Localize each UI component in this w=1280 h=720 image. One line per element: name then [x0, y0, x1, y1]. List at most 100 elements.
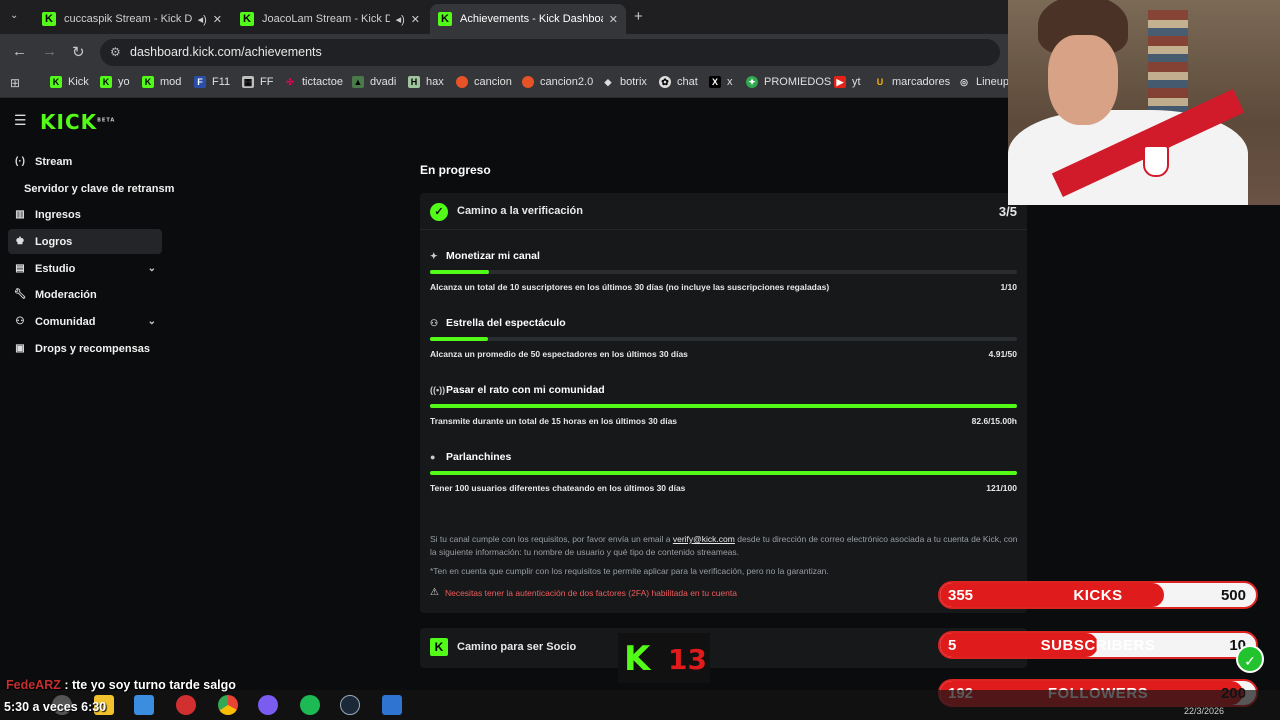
sidebar-item-estudio[interactable]: ▤ Estudio ⌄ — [8, 256, 162, 281]
back-arrow-icon[interactable]: ← — [12, 43, 27, 60]
sidebar-item-moderacion[interactable]: 🔧︎ Moderación — [8, 282, 162, 307]
url-text: dashboard.kick.com/achievements — [130, 45, 322, 59]
sidebar-item-label: Ingresos — [35, 208, 81, 221]
spotify-icon[interactable] — [300, 695, 320, 715]
sidebar-item-stream[interactable]: (·) Stream — [8, 149, 162, 174]
chevron-down-icon[interactable]: ⌄ — [148, 263, 156, 274]
close-icon[interactable]: ✕ — [411, 13, 420, 26]
apps-grid-icon[interactable]: ⊞ — [10, 76, 20, 90]
sidebar-item-label: Stream — [35, 155, 73, 168]
trophy-icon: ♚ — [15, 236, 25, 247]
overlay-logo-k: K — [624, 639, 651, 679]
chrome-icon[interactable] — [218, 695, 238, 715]
card-title: Camino a la verificación — [457, 205, 583, 217]
requirement-header: ● Parlanchines — [430, 451, 1017, 463]
bookmark-lineup[interactable]: ◎ Lineup — [958, 76, 1009, 88]
bookmark-cancion[interactable]: cancion — [456, 76, 512, 88]
dashboard-sidebar: ☰ KICKBETA (·) Stream Servidor y clave de… — [0, 98, 175, 678]
chevron-down-icon[interactable]: ⌄ — [148, 316, 156, 327]
person-face — [1048, 35, 1118, 125]
bookmark-label: x — [727, 76, 733, 88]
card-header[interactable]: ✓ Camino a la verificación 3/5 — [420, 193, 1027, 230]
kick-logo[interactable]: KICKBETA — [40, 110, 115, 134]
tab-cuccaspik[interactable]: K cuccaspik Stream - Kick Da ◂) ✕ — [34, 4, 230, 34]
bookmark-promiedos[interactable]: ✦ PROMIEDOS — [746, 76, 831, 88]
tab-search-icon[interactable]: ⌄ — [10, 10, 18, 21]
studio-icon: ▤ — [15, 263, 25, 274]
close-icon[interactable]: ✕ — [213, 13, 222, 26]
discord-icon[interactable] — [258, 695, 278, 715]
sidebar-item-comunidad[interactable]: ⚇ Comunidad ⌄ — [8, 309, 162, 334]
bookmark-yt[interactable]: ▶ yt — [834, 76, 861, 88]
wrench-icon: 🔧︎ — [13, 289, 27, 300]
kick-favicon-icon: K — [42, 12, 56, 26]
bookmark-x[interactable]: Xx — [709, 76, 733, 88]
bookmark-botrix[interactable]: ◆ botrix — [602, 76, 647, 88]
bookmark-f11[interactable]: F F11 — [194, 76, 230, 88]
verification-card: ✓ Camino a la verificación 3/5 ✦ Monetiza… — [420, 193, 1027, 613]
bookmark-cancion2[interactable]: cancion2.0 — [522, 76, 593, 88]
progress-fill — [430, 270, 489, 274]
new-tab-button[interactable]: + — [634, 8, 643, 25]
steam-icon[interactable] — [340, 695, 360, 715]
sidebar-item-stream-key[interactable]: Servidor y clave de retransm — [8, 176, 178, 201]
bookmark-label: hax — [426, 76, 444, 88]
bookmark-kick[interactable]: K Kick — [50, 76, 89, 88]
chatgpt-icon: ✿ — [659, 76, 671, 88]
tab-achievements[interactable]: K Achievements - Kick Dashboard ✕ — [430, 4, 626, 34]
requirement-header: ((•)) Pasar el rato con mi comunidad — [430, 384, 1017, 396]
bookmark-chat[interactable]: ✿ chat — [659, 76, 698, 88]
card-progress-count: 3/5 — [998, 204, 1017, 219]
warning-text: Necesitas tener la autenticación de dos … — [444, 587, 737, 598]
partner-card[interactable]: K Camino para ser Socio — [420, 628, 1027, 668]
bookmark-mod[interactable]: Kmod — [142, 76, 181, 88]
reload-icon[interactable]: ↻ — [72, 43, 85, 61]
url-field[interactable]: ⚙ dashboard.kick.com/achievements — [100, 39, 1000, 66]
sidebar-item-ingresos[interactable]: ▥ Ingresos — [8, 202, 162, 227]
chat-text: : tte yo soy turno tarde salgo — [60, 678, 236, 692]
kick-icon: K — [430, 638, 448, 656]
forward-arrow-icon[interactable]: → — [42, 43, 57, 60]
chat-bubble-icon: ● — [430, 452, 436, 462]
sidebar-item-drops[interactable]: ▣ Drops y recompensas — [8, 336, 162, 361]
chat-username: FedeARZ — [6, 678, 61, 692]
clock-overlay-text: 5:30 a veces 6:30 — [4, 700, 107, 714]
outlook-icon[interactable] — [134, 695, 154, 715]
goal-kicks: 355 KICKS 500 — [938, 581, 1258, 609]
goal-subscribers: 5 SUBSCRIBERS 10 — [938, 631, 1258, 659]
bookmark-ff[interactable]: ▦ FF — [242, 76, 273, 88]
bookmark-marcadores[interactable]: Umarcadores — [874, 76, 950, 88]
close-icon[interactable]: ✕ — [609, 13, 618, 26]
requirement-pasar-el-rato: ((•)) Pasar el rato con mi comunidad Tran… — [430, 384, 1017, 426]
requirement-header: ⚇ Estrella del espectáculo — [430, 317, 1017, 329]
broadcast-icon: (·) — [15, 156, 25, 167]
chat-overlay-message: FedeARZ : tte yo soy turno tarde salgo — [6, 678, 236, 692]
sidebar-item-logros[interactable]: ♚ Logros — [8, 229, 162, 254]
bookmark-yo[interactable]: Kyo — [100, 76, 130, 88]
bookmark-hax[interactable]: Hhax — [408, 76, 444, 88]
address-bar-row: ← → ↻ ⚙ dashboard.kick.com/achievements — [0, 34, 1008, 70]
bookmark-label: cancion2.0 — [540, 76, 594, 88]
verify-email-link[interactable]: verify@kick.com — [673, 534, 735, 544]
requirement-desc: Transmite durante un total de 15 horas e… — [430, 416, 678, 426]
marcadores-icon: U — [876, 77, 884, 87]
bookmark-tictactoe[interactable]: ✣ tictactoe — [284, 76, 343, 88]
kick-icon: K — [50, 76, 62, 88]
verified-badge-icon: ✓ — [1236, 645, 1264, 673]
tab-title: JoacoLam Stream - Kick Da — [262, 13, 390, 25]
speaker-icon[interactable]: ◂) — [396, 13, 405, 26]
menu-icon[interactable]: ☰ — [14, 112, 27, 129]
kick-icon: K — [100, 76, 112, 88]
speaker-icon[interactable]: ◂) — [198, 13, 207, 26]
bookmark-dvadi[interactable]: ▲ dvadi — [352, 76, 396, 88]
bookmark-label: yt — [852, 76, 861, 88]
requirement-title: Pasar el rato con mi comunidad — [446, 384, 605, 396]
tab-joacolam[interactable]: K JoacoLam Stream - Kick Da ◂) ✕ — [232, 4, 428, 34]
community-icon: ⚇ — [15, 316, 25, 327]
site-info-icon[interactable]: ⚙ — [110, 39, 121, 66]
store-icon[interactable] — [382, 695, 402, 715]
logo-text: KICK — [40, 110, 98, 134]
tab-title: cuccaspik Stream - Kick Da — [64, 13, 192, 25]
sidebar-item-label: Servidor y clave de retransm — [24, 182, 175, 195]
opera-icon[interactable] — [176, 695, 196, 715]
